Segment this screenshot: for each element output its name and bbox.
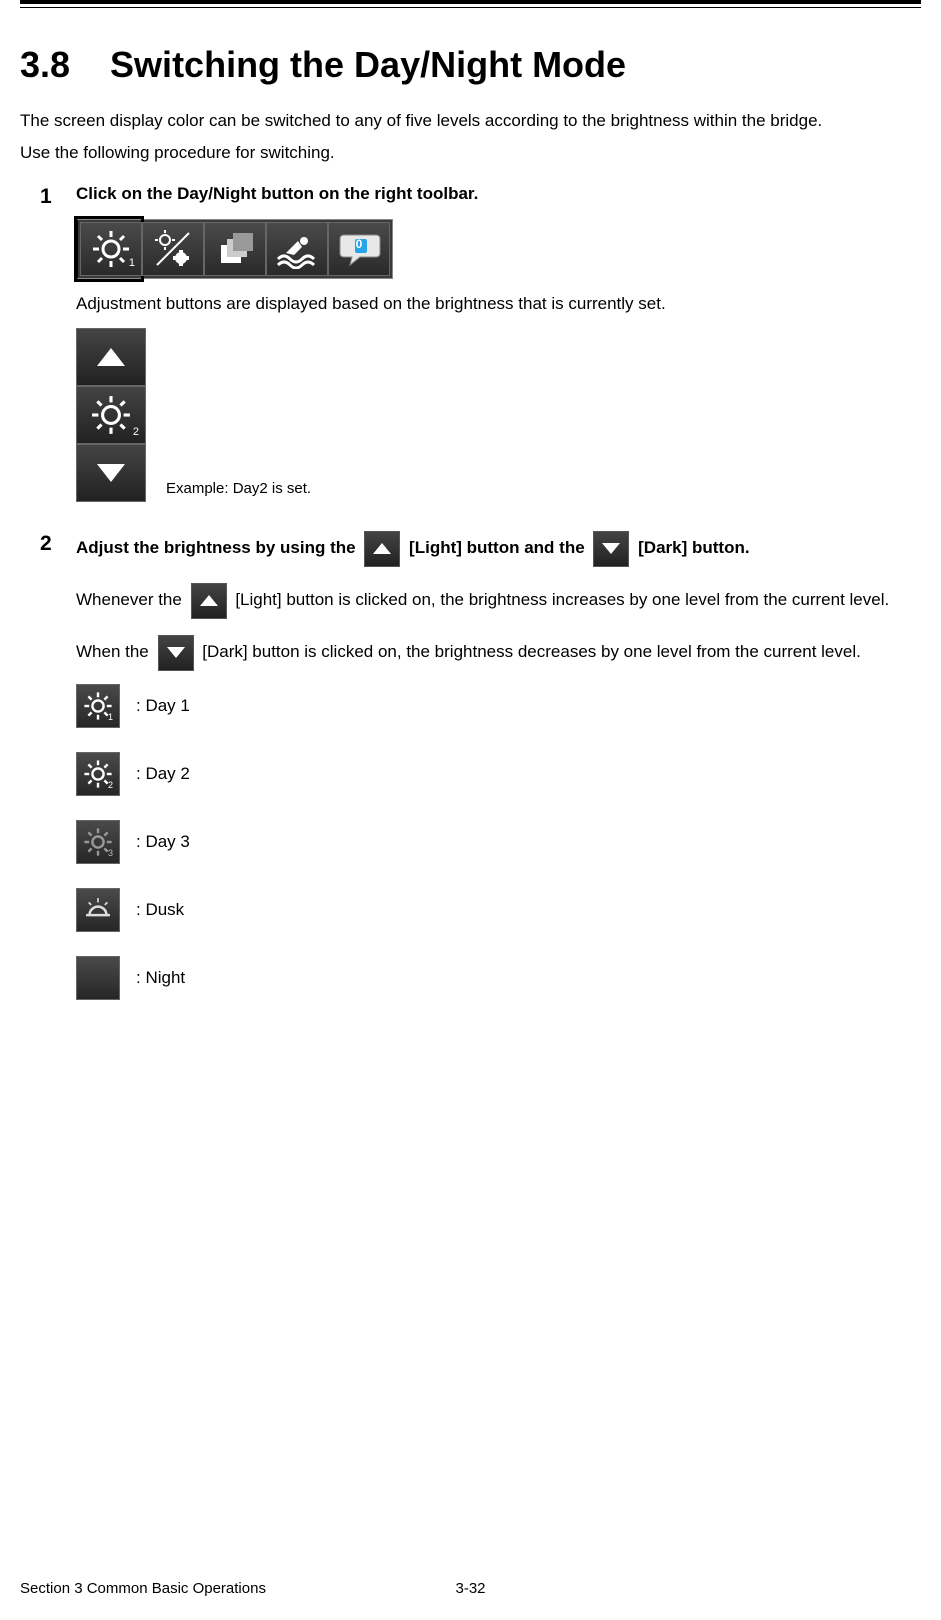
brightness-adjust-panel: 2 (76, 328, 146, 502)
day3-icon: 3 (76, 820, 120, 864)
step-2-title-pre: Adjust the brightness by using the (76, 538, 356, 557)
inline-light-button[interactable] (191, 583, 227, 619)
step-2-title: Adjust the brightness by using the [Ligh… (76, 528, 921, 568)
step-2-title-light: [Light] button and the (409, 538, 585, 557)
triangle-down-icon (602, 543, 620, 554)
triangle-up-icon (373, 543, 391, 554)
current-mode-subscript: 2 (133, 424, 139, 441)
toolbar-button-2[interactable] (142, 222, 204, 276)
step-1-title: Click on the Day/Night button on the rig… (76, 181, 921, 207)
step-2-p2-post: [Dark] button is clicked on, the brightn… (202, 642, 861, 661)
step-2-p2: When the [Dark] button is clicked on, th… (76, 632, 921, 672)
inline-dark-button[interactable] (158, 635, 194, 671)
triangle-down-icon (167, 647, 185, 658)
step-1-after-toolbar: Adjustment buttons are displayed based o… (76, 291, 921, 317)
dusk-icon (76, 888, 120, 932)
day2-icon: 2 (76, 752, 120, 796)
mode-subscript: 1 (108, 711, 113, 725)
brightness-down-button[interactable] (76, 444, 146, 502)
mode-row-dusk: : Dusk (76, 888, 921, 932)
mode-row-night: : Night (76, 956, 921, 1000)
mode-label-night: : Night (136, 965, 185, 991)
step-2-number: 2 (40, 528, 76, 1024)
mode-label-day2: : Day 2 (136, 761, 190, 787)
inline-light-button[interactable] (364, 531, 400, 567)
right-toolbar: 1 (76, 219, 393, 279)
section-heading: 3.8 Switching the Day/Night Mode (20, 38, 921, 92)
day-night-button[interactable]: 1 (80, 222, 142, 276)
adjust-panel-caption: Example: Day2 is set. (166, 478, 311, 501)
triangle-up-icon (200, 595, 218, 606)
swimmer-mob-icon (274, 229, 320, 269)
mode-row-day3: 3 : Day 3 (76, 820, 921, 864)
sun-icon (91, 229, 131, 269)
bubble-badge-value: 0 (356, 235, 363, 253)
step-2-p1-pre: Whenever the (76, 590, 182, 609)
mode-list: 1 : Day 1 2 : Day 2 3 : Day 3 (76, 684, 921, 1000)
toolbar-button-5[interactable]: 0 (328, 222, 390, 276)
toolbar-button-3[interactable] (204, 222, 266, 276)
section-title: Switching the Day/Night Mode (110, 44, 626, 85)
mode-label-day1: : Day 1 (136, 693, 190, 719)
moon-icon (83, 963, 113, 993)
toolbar-button-4[interactable] (266, 222, 328, 276)
sun-icon (90, 394, 132, 436)
footer-section-label: Section 3 Common Basic Operations (20, 1578, 266, 1601)
windows-stack-icon (215, 229, 255, 269)
step-2-p1: Whenever the [Light] button is clicked o… (76, 580, 921, 620)
triangle-down-icon (97, 464, 125, 482)
top-rule (20, 0, 921, 8)
mode-label-day3: : Day 3 (136, 829, 190, 855)
sun-icon-subscript: 1 (129, 255, 135, 272)
sun-split-icon (151, 227, 195, 271)
brightness-current-indicator: 2 (76, 386, 146, 444)
step-2-title-dark: [Dark] button. (638, 538, 749, 557)
page-footer: Section 3 Common Basic Operations 3-32 (20, 1578, 921, 1601)
mode-subscript: 2 (108, 779, 113, 793)
step-1-number: 1 (40, 181, 76, 508)
mode-row-day1: 1 : Day 1 (76, 684, 921, 728)
mode-subscript: 3 (108, 847, 113, 861)
day1-icon: 1 (76, 684, 120, 728)
mode-label-dusk: : Dusk (136, 897, 184, 923)
intro-paragraph-1: The screen display color can be switched… (20, 108, 921, 134)
step-2-p2-pre: When the (76, 642, 149, 661)
section-number: 3.8 (20, 38, 70, 92)
step-2-p1-post: [Light] button is clicked on, the bright… (235, 590, 889, 609)
footer-page-number: 3-32 (455, 1578, 485, 1601)
brightness-up-button[interactable] (76, 328, 146, 386)
intro-paragraph-2: Use the following procedure for switchin… (20, 140, 921, 166)
triangle-up-icon (97, 348, 125, 366)
night-icon (76, 956, 120, 1000)
mode-row-day2: 2 : Day 2 (76, 752, 921, 796)
step-2: 2 Adjust the brightness by using the [Li… (40, 528, 921, 1024)
step-1: 1 Click on the Day/Night button on the r… (40, 181, 921, 508)
inline-dark-button[interactable] (593, 531, 629, 567)
